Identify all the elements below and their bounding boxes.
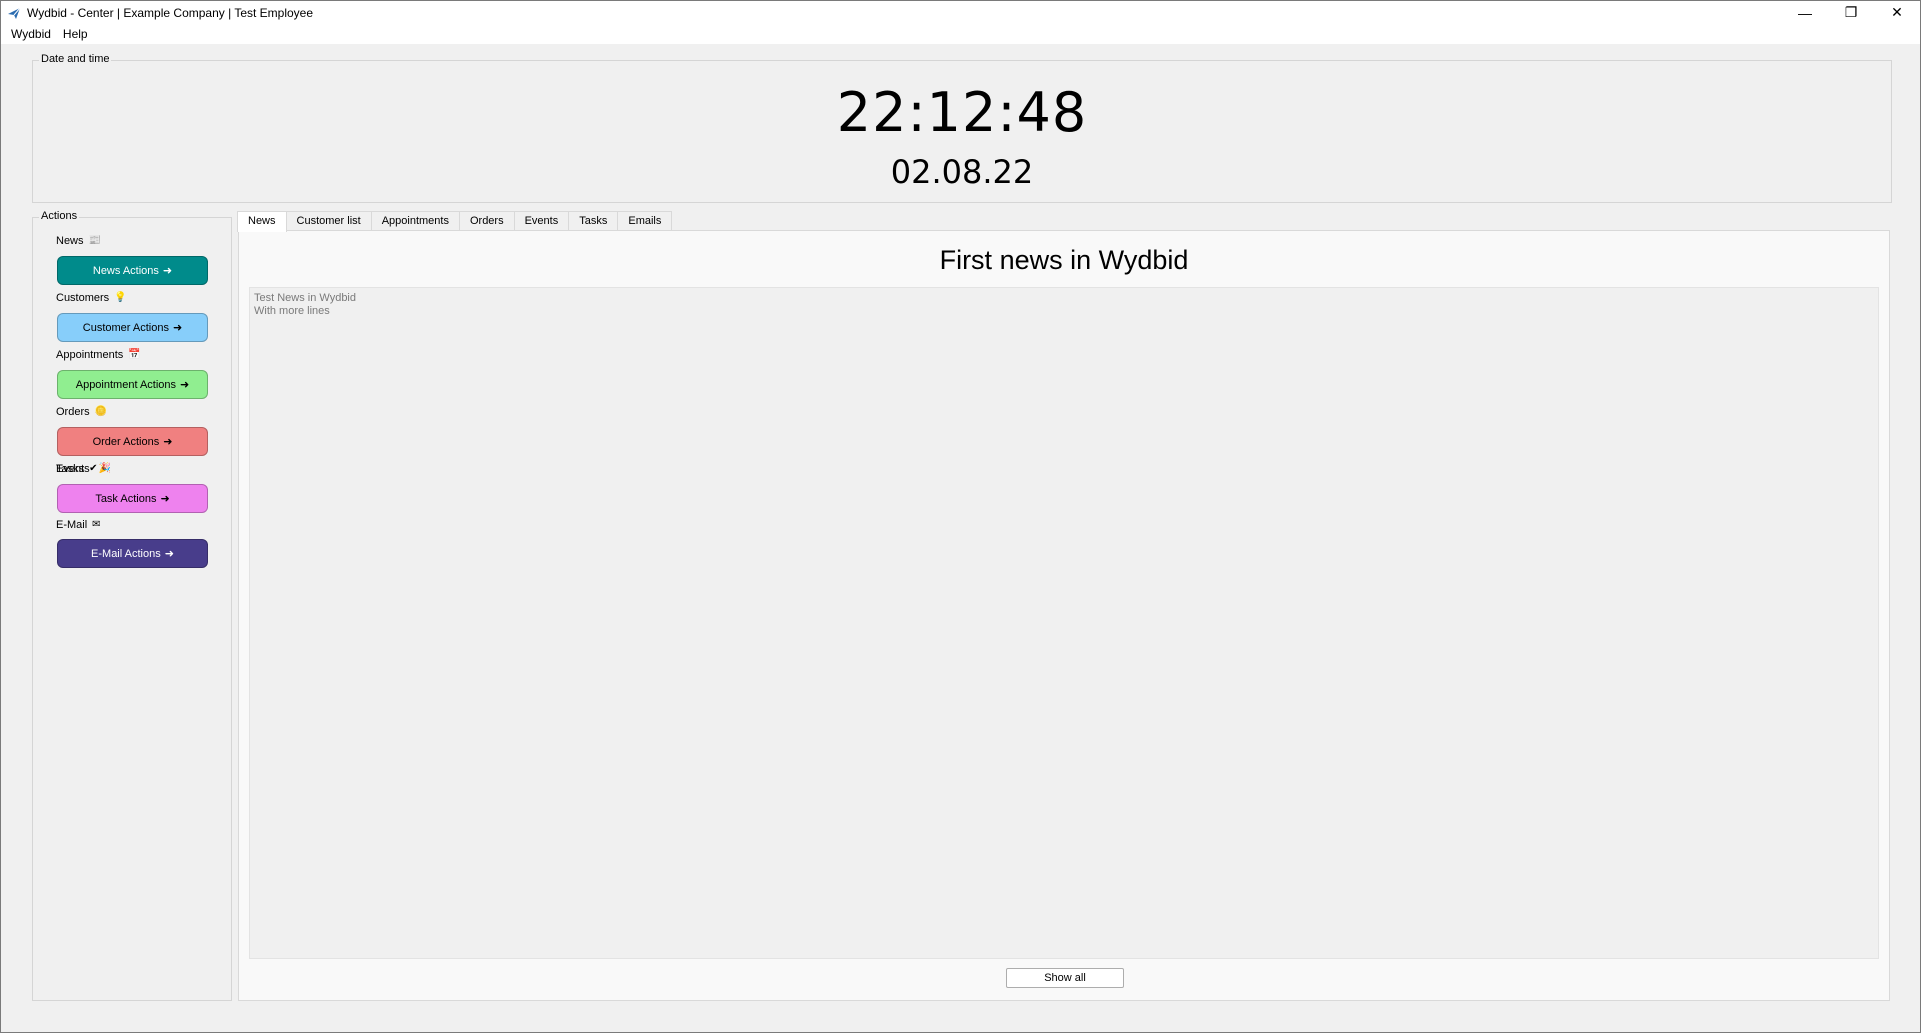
- tab-news[interactable]: News: [237, 211, 287, 232]
- coin-icon: 🪙: [94, 406, 108, 417]
- order-actions-button[interactable]: Order Actions ➜: [57, 427, 208, 456]
- section-label-text: Orders: [56, 406, 90, 418]
- datetime-group-title: Date and time: [39, 53, 112, 65]
- datetime-group: Date and time 22:12:48 02.08.22: [32, 53, 1892, 203]
- overlapping-labels: Tasks Events: [56, 463, 90, 475]
- appointment-actions-button[interactable]: Appointment Actions ➜: [57, 370, 208, 399]
- news-actions-button[interactable]: News Actions ➜: [57, 256, 208, 285]
- clock-date: 02.08.22: [890, 153, 1034, 191]
- main-window: Wydbid - Center | Example Company | Test…: [0, 0, 1921, 1033]
- news-actions-label: News Actions: [92, 264, 159, 277]
- show-all-button[interactable]: Show all: [1006, 968, 1124, 988]
- task-actions-button[interactable]: Task Actions ➜: [57, 484, 208, 513]
- tab-bar: News Customer list Appointments Orders E…: [237, 211, 673, 232]
- arrow-right-icon: ➜: [162, 265, 173, 277]
- newspaper-icon: 📰: [88, 235, 101, 246]
- checkmark-icon: ✔: [89, 463, 98, 474]
- restore-button[interactable]: ❐: [1828, 1, 1874, 24]
- appointment-actions-label: Appointment Actions: [75, 378, 177, 391]
- calendar-icon: 📅: [128, 349, 141, 360]
- section-label-news: News 📰: [56, 235, 101, 247]
- section-label-orders: Orders 🪙: [56, 406, 107, 418]
- tab-appointments[interactable]: Appointments: [370, 211, 460, 231]
- order-actions-label: Order Actions: [92, 435, 160, 448]
- window-title: Wydbid - Center | Example Company | Test…: [27, 5, 314, 20]
- menu-wydbid[interactable]: Wydbid: [5, 24, 57, 44]
- section-label-customers: Customers 💡: [56, 292, 127, 304]
- task-actions-label: Task Actions: [95, 492, 157, 505]
- customer-actions-label: Customer Actions: [82, 321, 169, 334]
- section-label-text: E-Mail: [56, 519, 88, 531]
- actions-group: Actions News 📰 News Actions ➜ Customers …: [32, 210, 232, 1001]
- window-controls: — ❐ ✕: [1782, 1, 1920, 24]
- party-icon: 🎉: [98, 463, 111, 474]
- arrow-right-icon: ➜: [164, 548, 174, 560]
- tab-emails[interactable]: Emails: [617, 211, 673, 231]
- minimize-button[interactable]: —: [1782, 1, 1828, 24]
- news-body-line: Test News in Wydbid: [254, 292, 356, 304]
- envelope-icon: ✉: [92, 519, 101, 530]
- section-label-text: Customers: [56, 292, 110, 304]
- tab-tasks[interactable]: Tasks: [568, 211, 619, 231]
- menu-bar: Wydbid Help: [1, 24, 1920, 44]
- tab-events[interactable]: Events: [513, 211, 570, 231]
- news-tab-panel: First news in Wydbid Test News in Wydbid…: [238, 230, 1890, 1001]
- tab-orders[interactable]: Orders: [458, 211, 515, 231]
- arrow-right-icon: ➜: [160, 493, 170, 505]
- menu-help[interactable]: Help: [57, 24, 94, 44]
- news-body-line: With more lines: [254, 305, 330, 317]
- customer-actions-button[interactable]: Customer Actions ➜: [57, 313, 208, 342]
- tab-customer-list[interactable]: Customer list: [285, 211, 372, 231]
- airplane-icon: [7, 6, 21, 20]
- news-body-text[interactable]: Test News in Wydbid With more lines: [249, 287, 1879, 959]
- section-label-events-overlap: Events: [56, 463, 90, 475]
- email-actions-label: E-Mail Actions: [91, 547, 161, 560]
- close-button[interactable]: ✕: [1874, 1, 1920, 24]
- section-label-appointments: Appointments 📅: [56, 349, 141, 361]
- clock-time: 22:12:48: [836, 81, 1088, 144]
- arrow-right-icon: ➜: [180, 379, 190, 391]
- section-label-tasks: Tasks Events ✔ 🎉: [56, 463, 111, 475]
- section-label-text: News: [56, 235, 84, 247]
- section-label-email: E-Mail ✉: [56, 519, 101, 531]
- actions-group-title: Actions: [39, 210, 80, 222]
- news-title: First news in Wydbid: [939, 245, 1189, 275]
- lightbulb-icon: 💡: [114, 292, 127, 303]
- email-actions-button[interactable]: E-Mail Actions ➜: [57, 539, 208, 568]
- title-bar: Wydbid - Center | Example Company | Test…: [1, 1, 1920, 24]
- section-label-text: Appointments: [56, 349, 124, 361]
- arrow-right-icon: ➜: [172, 322, 183, 334]
- arrow-right-icon: ➜: [163, 436, 173, 448]
